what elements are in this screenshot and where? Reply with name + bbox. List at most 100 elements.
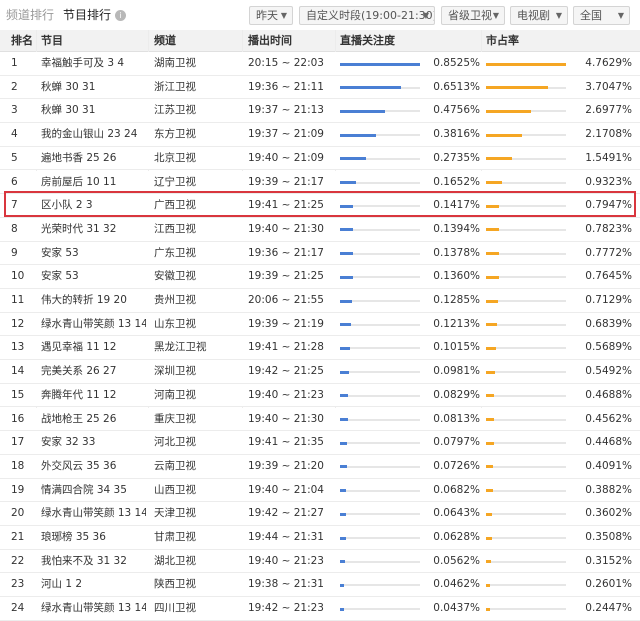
header-share[interactable]: 市占率 xyxy=(486,30,519,52)
table-row[interactable]: 3 秋蝉 30 31 江苏卫视 19:37 ~ 21:13 0.4756% 2.6977% xyxy=(0,99,640,124)
table-row[interactable]: 2 秋蝉 30 31 浙江卫视 19:36 ~ 21:11 0.6513% 3.7047% xyxy=(0,75,640,100)
channel-cell: 湖北卫视 xyxy=(154,554,196,567)
rating-bar xyxy=(340,252,353,256)
share-bar xyxy=(486,323,498,327)
period-filter-dropdown[interactable]: 自定义时段(19:00-21:30) ▼ xyxy=(299,6,435,25)
header-rank[interactable]: 排名 xyxy=(11,30,33,52)
share-bar-track xyxy=(486,252,566,256)
airtime-cell: 19:42 ~ 21:25 xyxy=(248,365,324,378)
table-row[interactable]: 7 区小队 2 3 广西卫视 19:41 ~ 21:25 0.1417% 0.7947% xyxy=(0,194,640,218)
share-bar xyxy=(486,204,500,208)
program-cell: 区小队 2 3 xyxy=(41,199,93,212)
info-icon[interactable]: i xyxy=(115,10,127,21)
rank-cell: 3 xyxy=(11,104,18,117)
share-value: 0.3602% xyxy=(585,507,632,520)
share-bar-track xyxy=(486,323,566,327)
share-value: 0.7645% xyxy=(585,270,632,283)
rating-bar xyxy=(340,62,420,66)
program-cell: 遍地书香 25 26 xyxy=(41,151,117,164)
share-bar xyxy=(486,394,494,398)
table-row[interactable]: 13 遇见幸福 11 12 黑龙江卫视 19:41 ~ 21:28 0.1015% 0.5… xyxy=(0,336,640,361)
region-filter-dropdown[interactable]: 全国 ▼ xyxy=(573,6,630,25)
tab-channel-ranking[interactable]: 频道排行 xyxy=(6,7,54,23)
header-channel[interactable]: 频道 xyxy=(154,30,176,52)
rating-bar xyxy=(340,489,347,493)
airtime-cell: 19:37 ~ 21:09 xyxy=(248,128,324,141)
table-row[interactable]: 22 我怕来不及 31 32 湖北卫视 19:40 ~ 21:23 0.0562% 0.3… xyxy=(0,549,640,574)
table-row[interactable]: 10 安家 53 安徽卫视 19:39 ~ 21:25 0.1360% 0.7645% xyxy=(0,265,640,289)
table-row[interactable]: 11 伟大的转折 19 20 贵州卫视 20:06 ~ 21:55 0.1285% 0.7… xyxy=(0,289,640,313)
header-rating[interactable]: 直播关注度 xyxy=(340,30,395,52)
table-row[interactable]: 15 奔腾年代 11 12 河南卫视 19:40 ~ 21:23 0.0829% 0.46… xyxy=(0,383,640,408)
rating-bar-track xyxy=(340,157,420,161)
rating-bar xyxy=(340,204,354,208)
table-row[interactable]: 20 绿水青山带笑颜 13 14 天津卫视 19:42 ~ 21:27 0.0643% 0… xyxy=(0,502,640,526)
rating-bar-track xyxy=(340,299,420,303)
table-row[interactable]: 17 安家 32 33 河北卫视 19:41 ~ 21:35 0.0797% 0.4468… xyxy=(0,431,640,455)
share-bar-track xyxy=(486,418,566,421)
tab-program-ranking[interactable]: 节目排行 i xyxy=(63,7,127,23)
table-row[interactable]: 9 安家 53 广东卫视 19:36 ~ 21:17 0.1378% 0.7772% xyxy=(0,241,640,266)
rank-cell: 7 xyxy=(11,199,18,212)
table-row[interactable]: 23 河山 1 2 陕西卫视 19:38 ~ 21:31 0.0462% 0.2601% xyxy=(0,573,640,598)
table-row[interactable]: 1 幸福触手可及 3 4 湖南卫视 20:15 ~ 22:03 0.8525% 4.762… xyxy=(0,52,640,76)
rank-cell: 18 xyxy=(11,459,25,472)
airtime-cell: 19:40 ~ 21:09 xyxy=(248,151,324,164)
rating-bar-track xyxy=(340,62,420,66)
table-row[interactable]: 12 绿水青山带笑颜 13 14 山东卫视 19:39 ~ 21:19 0.1213% 0… xyxy=(0,312,640,337)
program-cell: 秋蝉 30 31 xyxy=(41,104,96,117)
share-bar xyxy=(486,512,493,516)
share-value: 0.4562% xyxy=(585,412,632,425)
channel-type-filter-value: 省级卫视 xyxy=(448,9,492,22)
genre-filter-dropdown[interactable]: 电视剧 ▼ xyxy=(510,6,568,25)
program-cell: 我的金山银山 23 24 xyxy=(41,128,138,141)
rating-bar xyxy=(340,181,356,184)
share-value: 4.7629% xyxy=(585,57,632,69)
channel-type-filter-dropdown[interactable]: 省级卫视 ▼ xyxy=(441,6,505,25)
rating-bar-track xyxy=(340,252,420,256)
rating-bar-track xyxy=(340,394,420,398)
share-bar xyxy=(486,86,549,90)
table-row[interactable]: 19 情满四合院 34 35 山西卫视 19:40 ~ 21:04 0.0682% 0.3… xyxy=(0,478,640,503)
rating-bar-track xyxy=(340,275,420,279)
channel-cell: 深圳卫视 xyxy=(154,365,196,378)
channel-cell: 北京卫视 xyxy=(154,151,196,164)
table-row[interactable]: 6 房前屋后 10 11 辽宁卫视 19:39 ~ 21:17 0.1652% 0.932… xyxy=(0,170,640,195)
rank-cell: 2 xyxy=(11,80,18,93)
rating-bar-track xyxy=(340,560,420,564)
table-row[interactable]: 18 外交风云 35 36 云南卫视 19:39 ~ 21:20 0.0726% 0.40… xyxy=(0,454,640,479)
rank-cell: 16 xyxy=(11,412,25,425)
program-cell: 安家 53 xyxy=(41,270,79,283)
rating-bar-track xyxy=(340,370,420,374)
rating-bar-track xyxy=(340,512,420,516)
rating-bar-track xyxy=(340,133,420,137)
program-cell: 完美关系 26 27 xyxy=(41,365,117,378)
day-filter-dropdown[interactable]: 昨天 ▼ xyxy=(249,6,293,25)
table-row[interactable]: 21 琅琊榜 35 36 甘肃卫视 19:44 ~ 21:31 0.0628% 0.350… xyxy=(0,526,640,550)
header-program[interactable]: 节目 xyxy=(41,30,63,52)
rating-bar-track xyxy=(340,204,420,208)
table-row[interactable]: 16 战地枪王 25 26 重庆卫视 19:40 ~ 21:30 0.0813% 0.45… xyxy=(0,407,640,432)
rating-bar xyxy=(340,465,347,469)
table-row[interactable]: 14 完美关系 26 27 深圳卫视 19:42 ~ 21:25 0.0981% 0.54… xyxy=(0,360,640,384)
share-bar-track xyxy=(486,109,566,113)
share-bar xyxy=(486,346,496,350)
rank-cell: 13 xyxy=(11,341,25,354)
header-airtime[interactable]: 播出时间 xyxy=(248,30,292,52)
airtime-cell: 19:37 ~ 21:13 xyxy=(248,104,324,117)
caret-down-icon: ▼ xyxy=(617,11,624,20)
share-bar-track xyxy=(486,536,566,540)
table-row[interactable]: 4 我的金山银山 23 24 东方卫视 19:37 ~ 21:09 0.3816% 2.1… xyxy=(0,123,640,147)
share-value: 0.3152% xyxy=(585,554,632,567)
table-row[interactable]: 8 光荣时代 31 32 江西卫视 19:40 ~ 21:30 0.1394% 0.782… xyxy=(0,217,640,242)
share-bar xyxy=(486,560,492,564)
share-bar xyxy=(486,133,523,137)
day-filter-value: 昨天 xyxy=(256,9,278,22)
share-value: 0.4688% xyxy=(585,388,632,401)
share-bar xyxy=(486,370,496,374)
share-value: 0.5492% xyxy=(585,365,632,378)
share-bar xyxy=(486,157,513,161)
table-row[interactable]: 24 绿水青山带笑颜 13 14 四川卫视 19:42 ~ 21:23 0.0437% 0… xyxy=(0,597,640,621)
share-bar-track xyxy=(486,62,566,66)
table-row[interactable]: 5 遍地书香 25 26 北京卫视 19:40 ~ 21:09 0.2735% 1.549… xyxy=(0,146,640,171)
